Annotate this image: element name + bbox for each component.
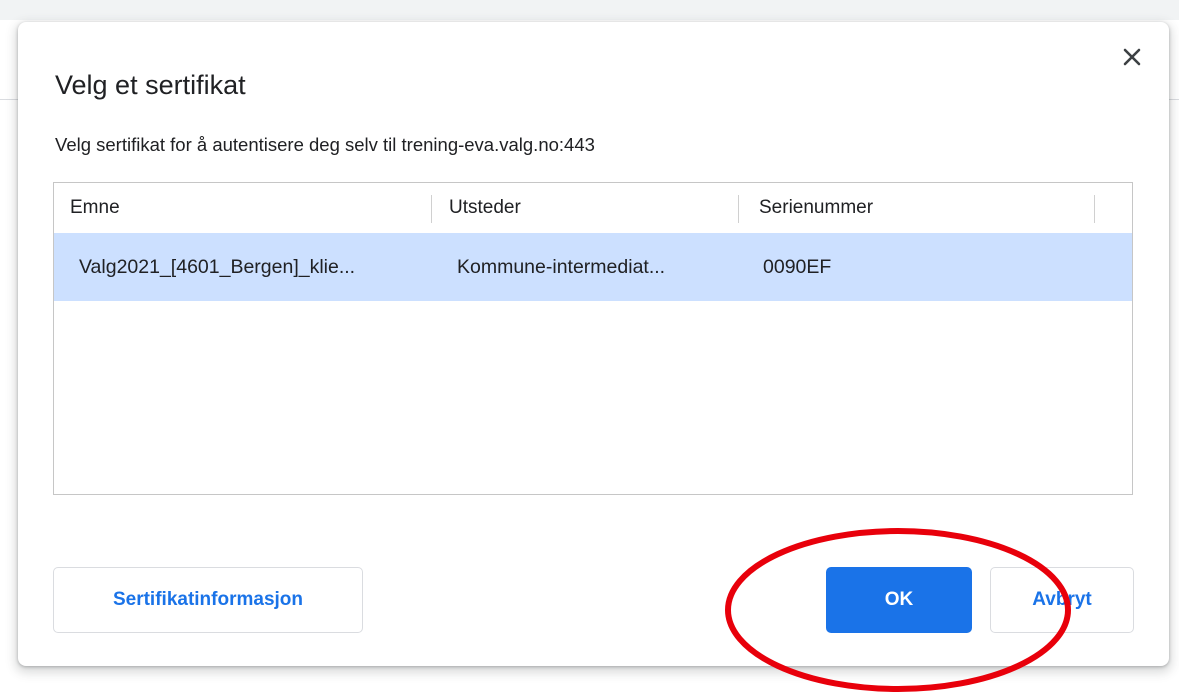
certificate-info-button[interactable]: Sertifikatinformasjon bbox=[53, 567, 363, 633]
column-separator bbox=[1094, 195, 1095, 223]
dialog-subtitle: Velg sertifikat for å autentisere deg se… bbox=[55, 134, 595, 155]
column-header-issuer[interactable]: Utsteder bbox=[432, 183, 739, 233]
column-header-label: Emne bbox=[70, 197, 120, 218]
close-button[interactable] bbox=[1117, 42, 1147, 72]
cell-serial: 0090EF bbox=[763, 255, 832, 278]
cell-subject: Valg2021_[4601_Bergen]_klie... bbox=[79, 255, 356, 278]
certificate-table: Emne Utsteder Serienummer Valg2021_[4601… bbox=[53, 182, 1133, 495]
dialog-title: Velg et sertifikat bbox=[55, 70, 246, 100]
column-header-label: Serienummer bbox=[759, 197, 874, 218]
column-header-label: Utsteder bbox=[449, 197, 521, 218]
certificate-dialog: Velg et sertifikat Velg sertifikat for å… bbox=[18, 22, 1169, 666]
browser-toolbar-strip bbox=[0, 0, 1179, 20]
cell-issuer: Kommune-intermediat... bbox=[457, 255, 666, 278]
table-row[interactable]: Valg2021_[4601_Bergen]_klie... Kommune-i… bbox=[54, 233, 1132, 301]
column-header-subject[interactable]: Emne bbox=[54, 183, 432, 233]
cancel-button[interactable]: Avbryt bbox=[990, 567, 1134, 633]
ok-button[interactable]: OK bbox=[826, 567, 972, 633]
table-header: Emne Utsteder Serienummer bbox=[54, 183, 1132, 233]
column-header-serial[interactable]: Serienummer bbox=[739, 183, 1095, 233]
close-icon bbox=[1123, 48, 1141, 66]
